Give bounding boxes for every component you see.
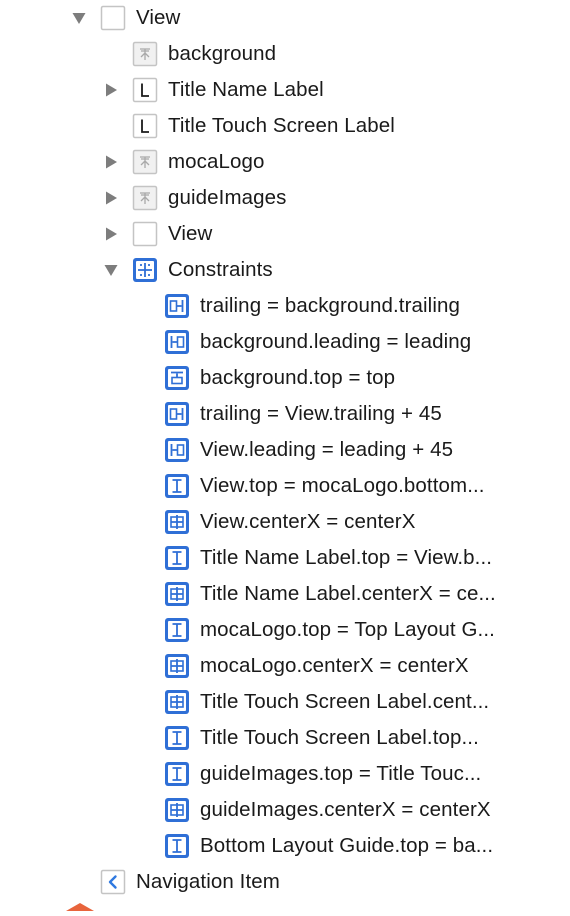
- image-view-icon: [132, 149, 158, 175]
- outline-row-label: mocaLogo.centerX = centerX: [200, 654, 469, 677]
- outline-row-view-top-mocalogo-bottom[interactable]: View.top = mocaLogo.bottom...: [0, 468, 570, 504]
- label-icon: [132, 113, 158, 139]
- outline-row-view[interactable]: View: [0, 216, 570, 252]
- image-view-icon: [132, 41, 158, 67]
- outline-row-guideimages-centerx-centerx[interactable]: guideImages.centerX = centerX: [0, 792, 570, 828]
- outline-row-label: Title Name Label.top = View.b...: [200, 546, 493, 569]
- center-x-constraint-icon: [164, 581, 190, 607]
- outline-row-guideimages[interactable]: guideImages: [0, 180, 570, 216]
- outline-row-trailing-view-trailing-45[interactable]: trailing = View.trailing + 45: [0, 396, 570, 432]
- disclosure-expanded-icon[interactable]: [72, 11, 86, 25]
- view-icon: [132, 221, 158, 247]
- outline-row-bottom-layout-guide-top-ba[interactable]: Bottom Layout Guide.top = ba...: [0, 828, 570, 864]
- outline-row-label: Title Touch Screen Label: [168, 114, 395, 137]
- outline-row-mocalogo-top-top-layout-g[interactable]: mocaLogo.top = Top Layout G...: [0, 612, 570, 648]
- outline-row-mocalogo-centerx-centerx[interactable]: mocaLogo.centerX = centerX: [0, 648, 570, 684]
- outline-row-label: background.leading = leading: [200, 330, 472, 353]
- outline-row-label: Constraints: [168, 258, 273, 281]
- center-x-constraint-icon: [164, 653, 190, 679]
- outline-row-background[interactable]: background: [0, 36, 570, 72]
- outline-row-mocalogo[interactable]: mocaLogo: [0, 144, 570, 180]
- outline-row-guideimages-top-title-touc[interactable]: guideImages.top = Title Touc...: [0, 756, 570, 792]
- disclosure-collapsed-icon[interactable]: [104, 227, 118, 241]
- view-icon: [100, 5, 126, 31]
- document-outline: View background Title Name Label Title Touc…: [0, 0, 570, 906]
- outline-row-title-touch-screen-label-top[interactable]: Title Touch Screen Label.top...: [0, 720, 570, 756]
- vertical-spacing-constraint-icon: [164, 545, 190, 571]
- vertical-spacing-constraint-icon: [164, 473, 190, 499]
- outline-row-navigation-item[interactable]: Navigation Item: [0, 864, 570, 900]
- outline-row-title-name-label-top-view-b[interactable]: Title Name Label.top = View.b...: [0, 540, 570, 576]
- disclosure-collapsed-icon[interactable]: [104, 191, 118, 205]
- outline-row-title-touch-screen-label[interactable]: Title Touch Screen Label: [0, 108, 570, 144]
- trailing-constraint-icon: [164, 401, 190, 427]
- outline-row-view-centerx-centerx[interactable]: View.centerX = centerX: [0, 504, 570, 540]
- outline-row-title-name-label[interactable]: Title Name Label: [0, 72, 570, 108]
- trailing-constraint-icon: [164, 293, 190, 319]
- outline-row-label: guideImages.centerX = centerX: [200, 798, 491, 821]
- image-view-icon: [132, 185, 158, 211]
- outline-row-label: Title Name Label: [168, 78, 324, 101]
- top-constraint-icon: [164, 365, 190, 391]
- outline-row-label: Bottom Layout Guide.top = ba...: [200, 834, 494, 857]
- outline-row-label: View: [136, 6, 181, 29]
- outline-row-background-leading-leading[interactable]: background.leading = leading: [0, 324, 570, 360]
- outline-row-trailing-background-trailing[interactable]: trailing = background.trailing: [0, 288, 570, 324]
- outline-row-label: mocaLogo.top = Top Layout G...: [200, 618, 495, 641]
- outline-row-constraints[interactable]: Constraints: [0, 252, 570, 288]
- center-x-constraint-icon: [164, 689, 190, 715]
- outline-row-label: trailing = View.trailing + 45: [200, 402, 442, 425]
- outline-row-label: View: [168, 222, 213, 245]
- center-x-constraint-icon: [164, 509, 190, 535]
- navigation-item-icon: [100, 869, 126, 895]
- outline-row-label: guideImages: [168, 186, 287, 209]
- vertical-spacing-constraint-icon: [164, 761, 190, 787]
- disclosure-expanded-icon[interactable]: [104, 263, 118, 277]
- outline-row-view[interactable]: View: [0, 0, 570, 36]
- vertical-spacing-constraint-icon: [164, 617, 190, 643]
- outline-row-background-top-top[interactable]: background.top = top: [0, 360, 570, 396]
- outline-row-label: Navigation Item: [136, 870, 280, 893]
- label-icon: [132, 77, 158, 103]
- outline-row-title-name-label-centerx-ce[interactable]: Title Name Label.centerX = ce...: [0, 576, 570, 612]
- outline-row-label: background: [168, 42, 277, 65]
- outline-row-label: Title Name Label.centerX = ce...: [200, 582, 496, 605]
- outline-row-label: Title Touch Screen Label.top...: [200, 726, 479, 749]
- scene-exit-icon: [66, 898, 94, 911]
- outline-row-label: View.centerX = centerX: [200, 510, 416, 533]
- leading-constraint-icon: [164, 329, 190, 355]
- outline-row-label: trailing = background.trailing: [200, 294, 460, 317]
- leading-constraint-icon: [164, 437, 190, 463]
- outline-row-label: background.top = top: [200, 366, 396, 389]
- constraints-icon: [132, 257, 158, 283]
- vertical-spacing-constraint-icon: [164, 833, 190, 859]
- outline-row-label: Title Touch Screen Label.cent...: [200, 690, 490, 713]
- outline-row-label: View.top = mocaLogo.bottom...: [200, 474, 485, 497]
- disclosure-collapsed-icon[interactable]: [104, 83, 118, 97]
- outline-row-label: View.leading = leading + 45: [200, 438, 454, 461]
- outline-row-label: guideImages.top = Title Touc...: [200, 762, 482, 785]
- disclosure-collapsed-icon[interactable]: [104, 155, 118, 169]
- center-x-constraint-icon: [164, 797, 190, 823]
- outline-row-title-touch-screen-label-cent[interactable]: Title Touch Screen Label.cent...: [0, 684, 570, 720]
- vertical-spacing-constraint-icon: [164, 725, 190, 751]
- outline-row-view-leading-leading-45[interactable]: View.leading = leading + 45: [0, 432, 570, 468]
- outline-row-label: mocaLogo: [168, 150, 265, 173]
